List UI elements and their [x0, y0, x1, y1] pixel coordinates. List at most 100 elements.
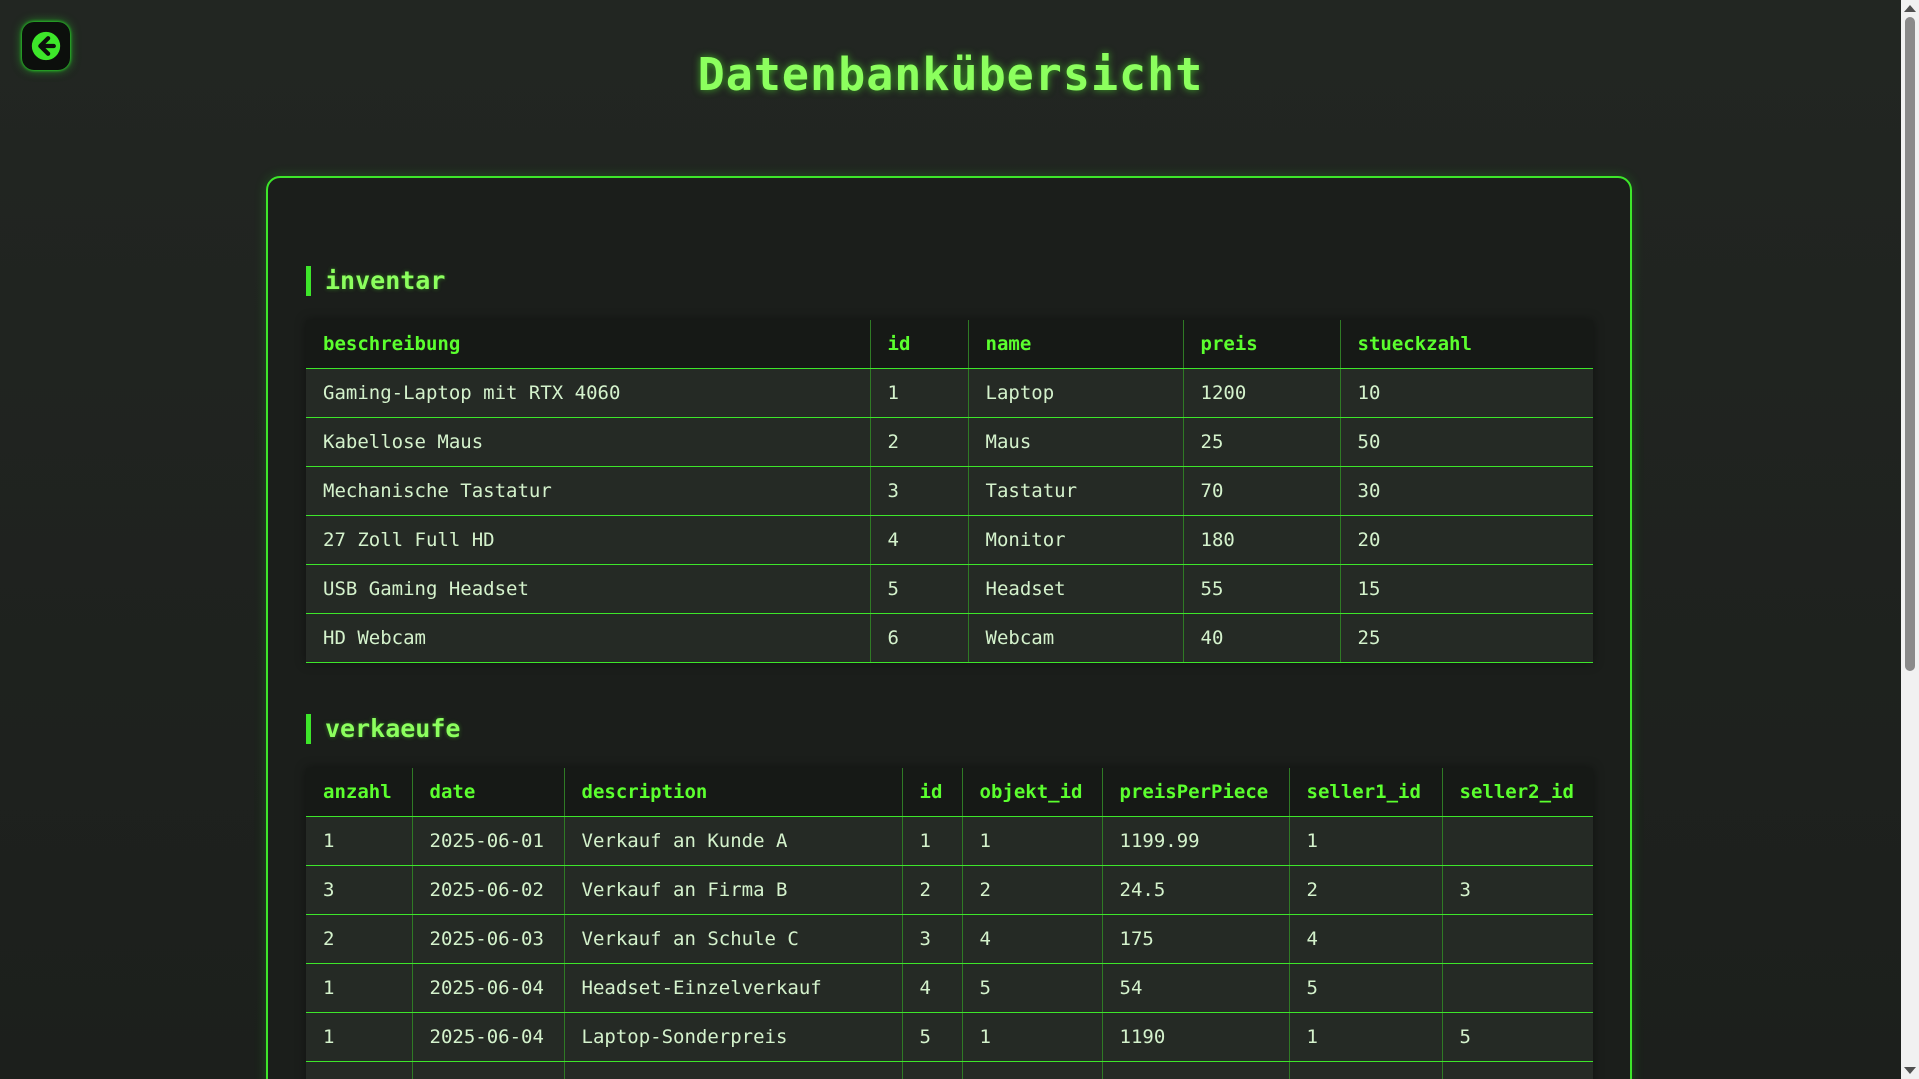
- table-cell: 1: [1289, 816, 1443, 866]
- table-cell: Headset-Einzelverkauf: [564, 963, 903, 1013]
- column-header[interactable]: description: [564, 768, 903, 817]
- table-cell: 6: [870, 613, 969, 663]
- table-cell: 70: [1183, 466, 1341, 516]
- table-cell: 175: [1102, 914, 1290, 964]
- table-cell: 5: [1289, 963, 1443, 1013]
- table-row[interactable]: 1 2025-06-04 Laptop-Sonderpreis 5 1 1190…: [306, 1012, 1593, 1062]
- table-cell: 4: [962, 914, 1103, 964]
- table-cell: [1442, 914, 1593, 964]
- table-cell: 3: [902, 914, 963, 964]
- column-header[interactable]: preis: [1183, 320, 1341, 369]
- table-cell: 1: [870, 368, 969, 418]
- table-cell: Gaming-Laptop mit RTX 4060: [306, 368, 871, 418]
- table-row[interactable]: [306, 1061, 1593, 1079]
- table-row[interactable]: 2 2025-06-03 Verkauf an Schule C 3 4 175…: [306, 914, 1593, 964]
- table-row[interactable]: Mechanische Tastatur 3 Tastatur 70 30: [306, 466, 1593, 516]
- table-header-row: anzahl date description id objekt_id pre…: [306, 768, 1593, 817]
- table-cell: Tastatur: [968, 466, 1184, 516]
- table-cell: [902, 1061, 963, 1079]
- page-title: Datenbankübersicht: [697, 48, 1204, 101]
- table-inventar: beschreibung id name preis stueckzahl Ga…: [306, 320, 1593, 663]
- table-cell: 2: [902, 865, 963, 915]
- column-header[interactable]: anzahl: [306, 768, 413, 817]
- table-cell: 50: [1340, 417, 1593, 467]
- table-cell: 10: [1340, 368, 1593, 418]
- scroll-up-arrow-icon[interactable]: [1904, 5, 1916, 12]
- table-cell: 2025-06-03: [412, 914, 565, 964]
- column-header[interactable]: seller1_id: [1289, 768, 1443, 817]
- table-cell: 2: [306, 914, 413, 964]
- table-cell: 1200: [1183, 368, 1341, 418]
- table-cell: 2025-06-04: [412, 1012, 565, 1062]
- table-cell: 1: [962, 816, 1103, 866]
- table-cell: [962, 1061, 1103, 1079]
- table-cell: 5: [962, 963, 1103, 1013]
- table-row[interactable]: 1 2025-06-04 Headset-Einzelverkauf 4 5 5…: [306, 963, 1593, 1013]
- table-cell: 2: [870, 417, 969, 467]
- table-cell: 4: [1289, 914, 1443, 964]
- table-cell: 1: [306, 1012, 413, 1062]
- column-header[interactable]: preisPerPiece: [1102, 768, 1290, 817]
- table-cell: HD Webcam: [306, 613, 871, 663]
- table-cell: 2: [962, 865, 1103, 915]
- table-cell: [412, 1061, 565, 1079]
- scroll-thumb[interactable]: [1905, 17, 1915, 671]
- table-row[interactable]: 1 2025-06-01 Verkauf an Kunde A 1 1 1199…: [306, 816, 1593, 866]
- column-header[interactable]: id: [902, 768, 963, 817]
- table-header-row: beschreibung id name preis stueckzahl: [306, 320, 1593, 369]
- table-cell: 54: [1102, 963, 1290, 1013]
- section-title-inventar: inventar: [306, 266, 445, 296]
- table-cell: 1: [902, 816, 963, 866]
- table-cell: 30: [1340, 466, 1593, 516]
- table-cell: 24.5: [1102, 865, 1290, 915]
- table-cell: 1199.99: [1102, 816, 1290, 866]
- table-cell: Verkauf an Schule C: [564, 914, 903, 964]
- table-cell: Headset: [968, 564, 1184, 614]
- table-cell: [1102, 1061, 1290, 1079]
- table-cell: 5: [870, 564, 969, 614]
- table-row[interactable]: 3 2025-06-02 Verkauf an Firma B 2 2 24.5…: [306, 865, 1593, 915]
- section-title-verkaeufe: verkaeufe: [306, 714, 460, 744]
- table-cell: USB Gaming Headset: [306, 564, 871, 614]
- table-cell: 1: [962, 1012, 1103, 1062]
- table-row[interactable]: Gaming-Laptop mit RTX 4060 1 Laptop 1200…: [306, 368, 1593, 418]
- table-cell: 20: [1340, 515, 1593, 565]
- table-cell: 2: [1289, 865, 1443, 915]
- table-cell: [1289, 1061, 1443, 1079]
- table-row[interactable]: 27 Zoll Full HD 4 Monitor 180 20: [306, 515, 1593, 565]
- table-cell: 1: [1289, 1012, 1443, 1062]
- table-row[interactable]: USB Gaming Headset 5 Headset 55 15: [306, 564, 1593, 614]
- table-cell: Laptop-Sonderpreis: [564, 1012, 903, 1062]
- table-cell: Mechanische Tastatur: [306, 466, 871, 516]
- table-cell: 4: [870, 515, 969, 565]
- table-row[interactable]: Kabellose Maus 2 Maus 25 50: [306, 417, 1593, 467]
- column-header[interactable]: id: [870, 320, 969, 369]
- table-verkaeufe: anzahl date description id objekt_id pre…: [306, 768, 1593, 1079]
- table-cell: 2025-06-04: [412, 963, 565, 1013]
- table-cell: 25: [1340, 613, 1593, 663]
- column-header[interactable]: seller2_id: [1442, 768, 1593, 817]
- table-cell: Laptop: [968, 368, 1184, 418]
- table-cell: 180: [1183, 515, 1341, 565]
- table-cell: [564, 1061, 903, 1079]
- table-cell: Verkauf an Firma B: [564, 865, 903, 915]
- column-header[interactable]: beschreibung: [306, 320, 871, 369]
- table-cell: Maus: [968, 417, 1184, 467]
- table-cell: Verkauf an Kunde A: [564, 816, 903, 866]
- column-header[interactable]: date: [412, 768, 565, 817]
- scroll-down-arrow-icon[interactable]: [1904, 1067, 1916, 1074]
- vertical-scrollbar[interactable]: [1901, 0, 1919, 1079]
- table-cell: Kabellose Maus: [306, 417, 871, 467]
- column-header[interactable]: objekt_id: [962, 768, 1103, 817]
- column-header[interactable]: name: [968, 320, 1184, 369]
- table-cell: 3: [870, 466, 969, 516]
- table-cell: 4: [902, 963, 963, 1013]
- table-cell: 1: [306, 816, 413, 866]
- table-cell: 3: [306, 865, 413, 915]
- table-cell: 5: [1442, 1012, 1593, 1062]
- table-row[interactable]: HD Webcam 6 Webcam 40 25: [306, 613, 1593, 663]
- table-cell: 25: [1183, 417, 1341, 467]
- table-cell: [1442, 816, 1593, 866]
- column-header[interactable]: stueckzahl: [1340, 320, 1593, 369]
- table-cell: 3: [1442, 865, 1593, 915]
